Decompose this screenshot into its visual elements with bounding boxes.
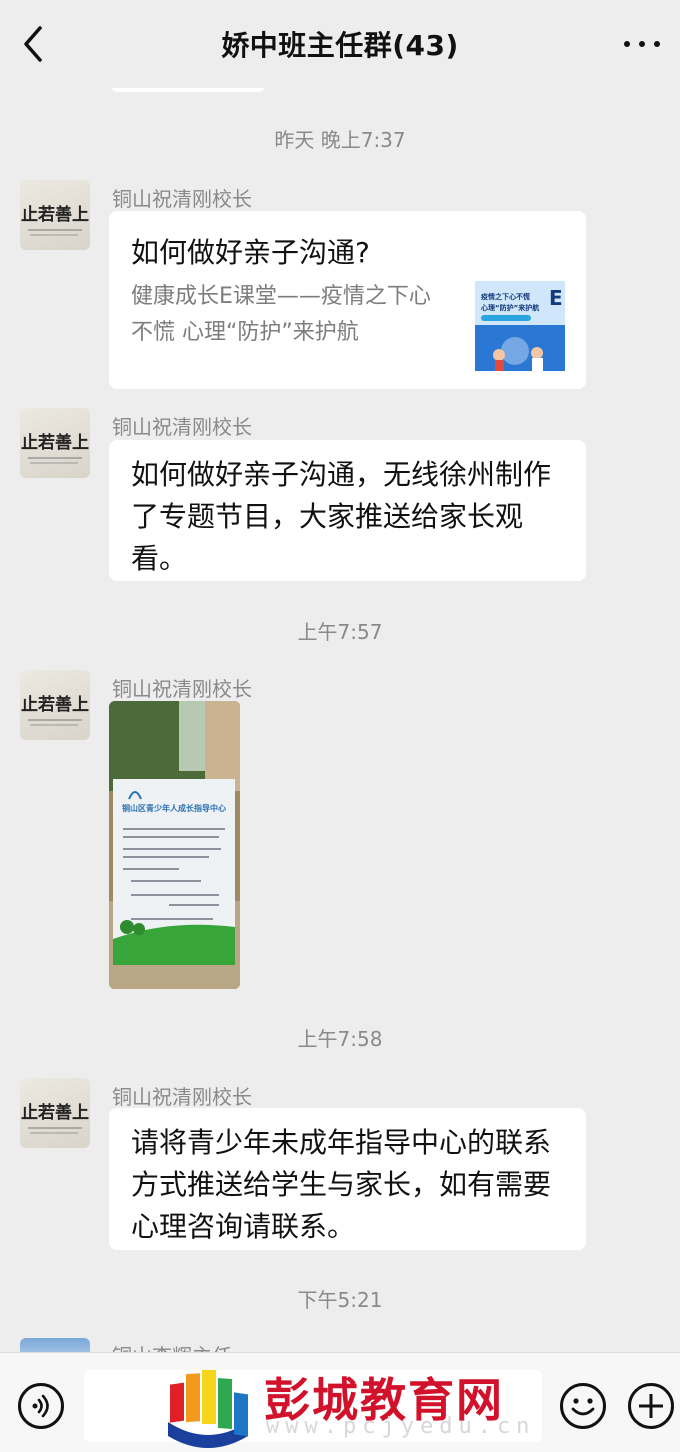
sender-name: 铜山祝清刚校长: [112, 187, 252, 211]
message-bubble[interactable]: 请将青少年未成年指导中心的联系方式推送给学生与家长，如有需要心理咨询请联系。: [109, 1108, 586, 1250]
avatar-calligraphy: 止若善上: [21, 204, 89, 225]
sender-name: 铜山祝清刚校长: [112, 415, 252, 439]
card-thumbnail: 疫情之下心不慌 心理“防护”来护航 E: [475, 281, 565, 371]
avatar-calligraphy: 止若善上: [21, 1102, 89, 1123]
card-title: 如何做好亲子沟通?: [131, 236, 370, 269]
svg-text:心理“防护”来护航: 心理“防护”来护航: [481, 303, 539, 312]
avatar-calligraphy: 止若善上: [21, 694, 89, 715]
more-icon[interactable]: [622, 32, 662, 56]
watermark-logo-icon: [168, 1370, 248, 1448]
watermark-url: www.pcjyedu.cn: [266, 1414, 536, 1439]
message-text: 如何做好亲子沟通，无线徐州制作了专题节目，大家推送给家长观看。: [131, 458, 552, 575]
svg-text:E: E: [549, 286, 563, 310]
chat-title: 娇中班主任群(43): [221, 29, 459, 62]
timestamp: 昨天 晚上7:37: [274, 128, 406, 152]
timestamp: 下午5:21: [297, 1288, 383, 1312]
voice-icon[interactable]: [18, 1383, 64, 1429]
card-description: 健康成长E课堂——疫情之下心不慌 心理“防护”来护航: [131, 284, 431, 345]
timestamp: 上午7:58: [297, 1027, 383, 1051]
plus-icon[interactable]: [628, 1383, 674, 1429]
message-text: 请将青少年未成年指导中心的联系方式推送给学生与家长，如有需要心理咨询请联系。: [131, 1126, 552, 1243]
svg-text:疫情之下心不慌: 疫情之下心不慌: [481, 292, 530, 301]
avatar[interactable]: 止若善上: [20, 1078, 90, 1148]
sender-name: 铜山祝清刚校长: [112, 1085, 252, 1109]
watermark: 彭城教育网 www.pcjyedu.cn: [160, 1356, 550, 1448]
avatar[interactable]: 止若善上: [20, 670, 90, 740]
avatar[interactable]: 止若善上: [20, 180, 90, 250]
emoji-icon[interactable]: [560, 1383, 606, 1429]
avatar[interactable]: 止若善上: [20, 408, 90, 478]
photo-message[interactable]: 铜山区青少年人成长指导中心: [109, 701, 240, 989]
svg-text:铜山区青少年人成长指导中心: 铜山区青少年人成长指导中心: [122, 803, 226, 813]
link-card[interactable]: 如何做好亲子沟通? 健康成长E课堂——疫情之下心不慌 心理“防护”来护航 疫情之…: [109, 211, 586, 389]
timestamp: 上午7:57: [297, 620, 383, 644]
message-bubble[interactable]: 如何做好亲子沟通，无线徐州制作了专题节目，大家推送给家长观看。: [109, 440, 586, 581]
chat-header: 娇中班主任群(43): [0, 0, 680, 88]
avatar-calligraphy: 止若善上: [21, 432, 89, 453]
sender-name: 铜山祝清刚校长: [112, 677, 252, 701]
